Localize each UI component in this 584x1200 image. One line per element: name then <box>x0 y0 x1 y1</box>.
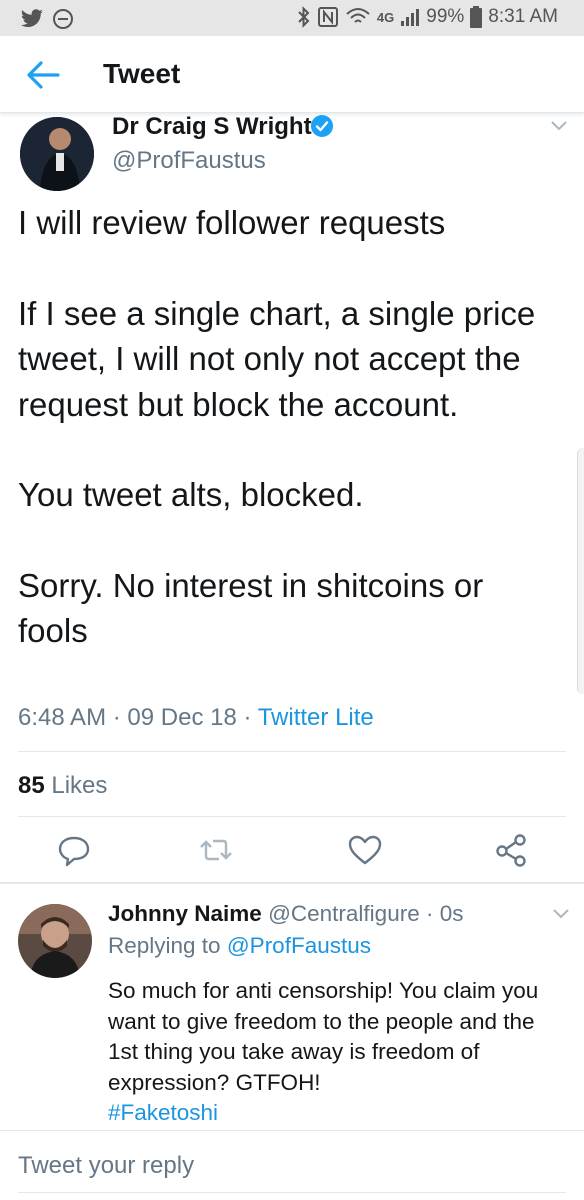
battery-icon <box>470 6 483 28</box>
divider <box>0 1130 584 1131</box>
app-bar: Tweet <box>0 36 584 113</box>
tweet-time: 6:48 AM <box>18 704 107 731</box>
tweet-paragraph: If I see a single chart, a single price … <box>18 294 536 423</box>
author-avatar[interactable] <box>20 117 94 191</box>
like-heart-icon[interactable] <box>345 832 385 868</box>
replying-to-label: Replying to <box>108 933 221 958</box>
reply-chevron-down-icon[interactable] <box>552 908 570 920</box>
author-handle[interactable]: @ProfFaustus <box>112 147 266 175</box>
tweet-paragraph: You tweet alts, blocked. <box>18 476 364 513</box>
author-avatar-image <box>20 117 94 191</box>
do-not-disturb-icon <box>53 9 73 29</box>
tweet-meta: 6:48 AM · 09 Dec 18 · Twitter Lite <box>18 704 374 732</box>
likes-count[interactable]: 85 Likes <box>18 772 107 800</box>
tweet-date: 09 Dec 18 <box>127 704 237 731</box>
bluetooth-icon <box>298 6 310 28</box>
back-arrow-icon[interactable] <box>26 60 60 90</box>
tweet-source-link[interactable]: Twitter Lite <box>258 704 374 731</box>
reply-icon[interactable] <box>54 832 94 868</box>
replying-to: Replying to @ProfFaustus <box>108 933 371 959</box>
wifi-icon <box>346 8 370 23</box>
battery-percent: 99% <box>426 6 465 27</box>
meta-separator: · <box>425 901 434 926</box>
tweet-text: I will review follower requests If I see… <box>18 200 558 654</box>
verified-badge-icon <box>311 115 333 137</box>
thread-separator <box>0 882 584 884</box>
divider <box>18 816 566 817</box>
twitter-bird-icon <box>21 9 43 28</box>
page-title: Tweet <box>103 58 181 89</box>
share-icon[interactable] <box>492 832 532 868</box>
reply-text: So much for anti censorship! You claim y… <box>108 976 548 1129</box>
likes-label: Likes <box>51 772 108 799</box>
meta-separator: · <box>243 704 252 731</box>
tweet-paragraph: I will review follower requests <box>18 204 446 241</box>
chevron-down-icon[interactable] <box>550 120 568 132</box>
author-name[interactable]: Dr Craig S Wright <box>112 113 312 141</box>
reply-compose-input[interactable]: Tweet your reply <box>18 1152 194 1180</box>
divider <box>18 1192 566 1193</box>
reply-author-avatar-image <box>18 904 92 978</box>
reply-header: Johnny Naime @Centralfigure · 0s <box>108 901 464 927</box>
divider <box>18 751 566 752</box>
replying-to-handle-link[interactable]: @ProfFaustus <box>227 933 371 958</box>
likes-number: 85 <box>18 772 45 799</box>
reply-body: So much for anti censorship! You claim y… <box>108 978 539 1095</box>
signal-icon <box>401 9 420 26</box>
meta-separator: · <box>112 704 121 731</box>
retweet-icon[interactable] <box>196 832 236 868</box>
reply-author-avatar[interactable] <box>18 904 92 978</box>
hashtag-link[interactable]: #Faketoshi <box>108 1100 218 1125</box>
tweet-paragraph: Sorry. No interest in shitcoins or fools <box>18 566 484 650</box>
nfc-icon <box>317 7 338 27</box>
status-bar: 4G 99% 8:31 AM <box>0 0 584 36</box>
reply-author-name[interactable]: Johnny Naime <box>108 901 262 926</box>
network-type: 4G <box>376 9 395 25</box>
scrollbar[interactable] <box>577 448 584 694</box>
reply-author-handle[interactable]: @Centralfigure <box>268 901 420 926</box>
reply-time: 0s <box>439 901 464 926</box>
clock: 8:31 AM <box>488 6 558 27</box>
